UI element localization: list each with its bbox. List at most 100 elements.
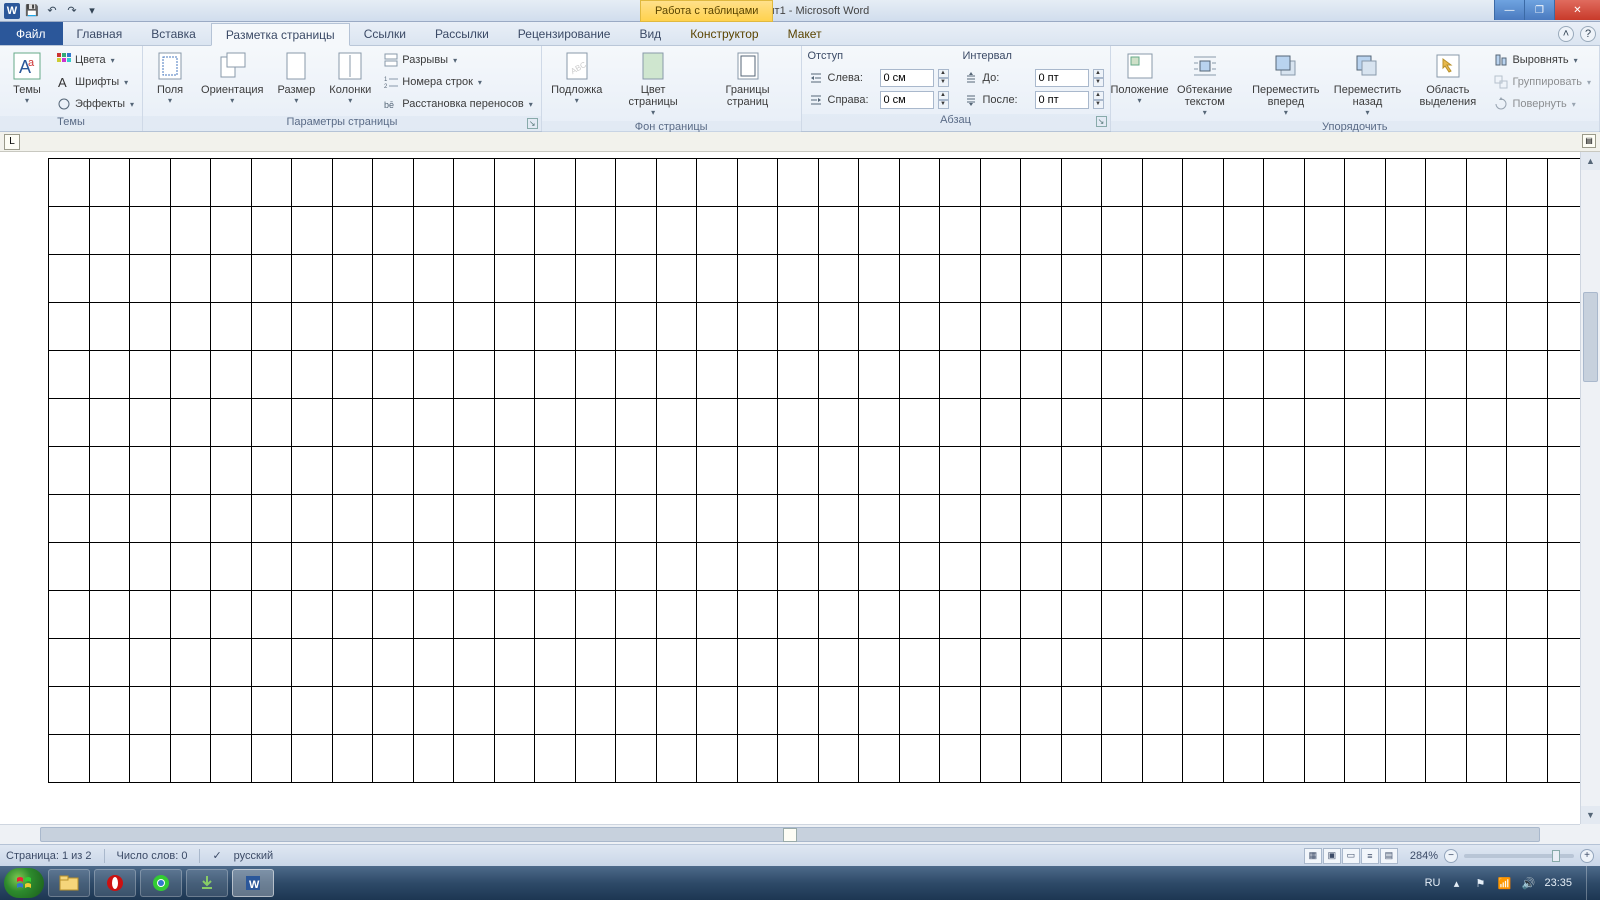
tray-flag-icon[interactable]: ⚑ (1472, 875, 1488, 891)
theme-fonts-button[interactable]: AШрифты▾ (54, 72, 136, 92)
group-button[interactable]: Группировать▾ (1491, 72, 1593, 92)
qat-customize-icon[interactable]: ▾ (84, 3, 100, 19)
zoom-slider[interactable] (1464, 854, 1574, 858)
qat-undo-icon[interactable]: ↶ (44, 3, 60, 19)
windows-taskbar: W RU ▴ ⚑ 📶 🔊 23:35 (0, 866, 1600, 900)
tab-view[interactable]: Вид (625, 22, 676, 45)
watermark-icon: ABC (561, 50, 593, 82)
view-draft[interactable]: ▤ (1380, 848, 1398, 864)
status-word-count[interactable]: Число слов: 0 (117, 850, 188, 862)
align-button[interactable]: Выровнять▾ (1491, 50, 1593, 70)
zoom-level[interactable]: 284% (1410, 850, 1438, 862)
spacing-before-up[interactable]: ▲ (1093, 69, 1104, 78)
spacing-before-icon (963, 70, 979, 86)
tray-network-icon[interactable]: 📶 (1496, 875, 1512, 891)
indent-right-field: Справа: ▲▼ (808, 90, 949, 110)
taskbar-explorer[interactable] (48, 869, 90, 897)
start-button[interactable] (4, 868, 44, 898)
watermark-button[interactable]: ABCПодложка▾ (548, 48, 606, 107)
taskbar-opera[interactable] (94, 869, 136, 897)
document-table[interactable] (48, 158, 1580, 783)
window-maximize-button[interactable]: ❐ (1524, 0, 1554, 20)
tray-volume-icon[interactable]: 🔊 (1520, 875, 1536, 891)
spacing-before-down[interactable]: ▼ (1093, 78, 1104, 87)
tray-show-hidden-icon[interactable]: ▴ (1448, 875, 1464, 891)
page-borders-button[interactable]: Границы страниц (701, 48, 795, 110)
split-handle[interactable] (783, 828, 797, 842)
ruler-toggle-button[interactable]: ▤ (1582, 134, 1596, 148)
tab-table-layout[interactable]: Макет (774, 22, 837, 45)
theme-colors-button[interactable]: Цвета▾ (54, 50, 136, 70)
indent-left-input[interactable] (880, 69, 934, 87)
qat-redo-icon[interactable]: ↷ (64, 3, 80, 19)
send-backward-button[interactable]: Переместить назад▾ (1331, 48, 1404, 119)
group-arrange: Положение▾ Обтекание текстом▾ Переместит… (1111, 46, 1600, 131)
theme-effects-button[interactable]: Эффекты▾ (54, 94, 136, 114)
proofing-icon[interactable]: ✓ (212, 849, 221, 862)
indent-left-down[interactable]: ▼ (938, 78, 949, 87)
rotate-button[interactable]: Повернуть▾ (1491, 94, 1593, 114)
spacing-after-down[interactable]: ▼ (1093, 100, 1104, 109)
vertical-scrollbar[interactable]: ▲ ▼ (1580, 152, 1600, 824)
taskbar-chrome[interactable] (140, 869, 182, 897)
qat-save-icon[interactable]: 💾 (24, 3, 40, 19)
taskbar-download[interactable] (186, 869, 228, 897)
columns-button[interactable]: Колонки▾ (325, 48, 375, 107)
window-close-button[interactable]: ✕ (1554, 0, 1600, 20)
tab-mailings[interactable]: Рассылки (421, 22, 504, 45)
indent-left-up[interactable]: ▲ (938, 69, 949, 78)
svg-text:1: 1 (384, 77, 388, 83)
zoom-in-button[interactable]: + (1580, 849, 1594, 863)
indent-right-up[interactable]: ▲ (938, 91, 949, 100)
tab-insert[interactable]: Вставка (137, 22, 211, 45)
page-color-button[interactable]: Цвет страницы▾ (612, 48, 695, 119)
document-scroll[interactable] (0, 152, 1580, 824)
selection-pane-button[interactable]: Область выделения (1410, 48, 1485, 110)
tab-selector-button[interactable]: L (4, 134, 20, 150)
show-desktop-button[interactable] (1586, 866, 1596, 900)
themes-button[interactable]: Aa Темы ▾ (6, 48, 48, 107)
zoom-out-button[interactable]: − (1444, 849, 1458, 863)
status-page[interactable]: Страница: 1 из 2 (6, 850, 92, 862)
wrap-text-button[interactable]: Обтекание текстом▾ (1169, 48, 1241, 119)
tray-clock[interactable]: 23:35 (1544, 877, 1572, 889)
view-outline[interactable]: ≡ (1361, 848, 1379, 864)
breaks-button[interactable]: Разрывы▾ (381, 50, 535, 70)
colors-icon (56, 52, 72, 68)
orientation-button[interactable]: Ориентация▾ (197, 48, 267, 107)
position-button[interactable]: Положение▾ (1117, 48, 1163, 107)
tab-review[interactable]: Рецензирование (504, 22, 626, 45)
indent-right-input[interactable] (880, 91, 934, 109)
tab-home[interactable]: Главная (63, 22, 138, 45)
tab-file[interactable]: Файл (0, 22, 63, 45)
taskbar-word[interactable]: W (232, 869, 274, 897)
zoom-slider-knob[interactable] (1552, 850, 1560, 862)
indent-right-down[interactable]: ▼ (938, 100, 949, 109)
ribbon-minimize-icon[interactable]: ˄ (1558, 26, 1574, 42)
size-button[interactable]: Размер▾ (273, 48, 319, 107)
tray-language[interactable]: RU (1425, 877, 1441, 889)
paragraph-dialog-launcher[interactable]: ↘ (1096, 116, 1107, 127)
spacing-after-up[interactable]: ▲ (1093, 91, 1104, 100)
margins-button[interactable]: Поля▾ (149, 48, 191, 107)
help-icon[interactable]: ? (1580, 26, 1596, 42)
line-numbers-button[interactable]: 12Номера строк▾ (381, 72, 535, 92)
tab-references[interactable]: Ссылки (350, 22, 421, 45)
hyphenation-button[interactable]: bēРасстановка переносов▾ (381, 94, 535, 114)
spacing-title: Интервал (963, 50, 1104, 66)
tab-table-design[interactable]: Конструктор (676, 22, 773, 45)
spacing-before-input[interactable] (1035, 69, 1089, 87)
window-minimize-button[interactable]: — (1494, 0, 1524, 20)
horizontal-scrollbar[interactable] (0, 824, 1580, 844)
status-language[interactable]: русский (234, 850, 273, 862)
vscroll-thumb[interactable] (1583, 292, 1598, 382)
scroll-down-button[interactable]: ▼ (1581, 806, 1600, 824)
scroll-up-button[interactable]: ▲ (1581, 152, 1600, 170)
view-full-screen[interactable]: ▣ (1323, 848, 1341, 864)
spacing-after-input[interactable] (1035, 91, 1089, 109)
view-web-layout[interactable]: ▭ (1342, 848, 1360, 864)
bring-forward-button[interactable]: Переместить вперед▾ (1247, 48, 1325, 119)
page-setup-dialog-launcher[interactable]: ↘ (527, 118, 538, 129)
tab-page-layout[interactable]: Разметка страницы (211, 23, 350, 46)
view-print-layout[interactable]: ▦ (1304, 848, 1322, 864)
